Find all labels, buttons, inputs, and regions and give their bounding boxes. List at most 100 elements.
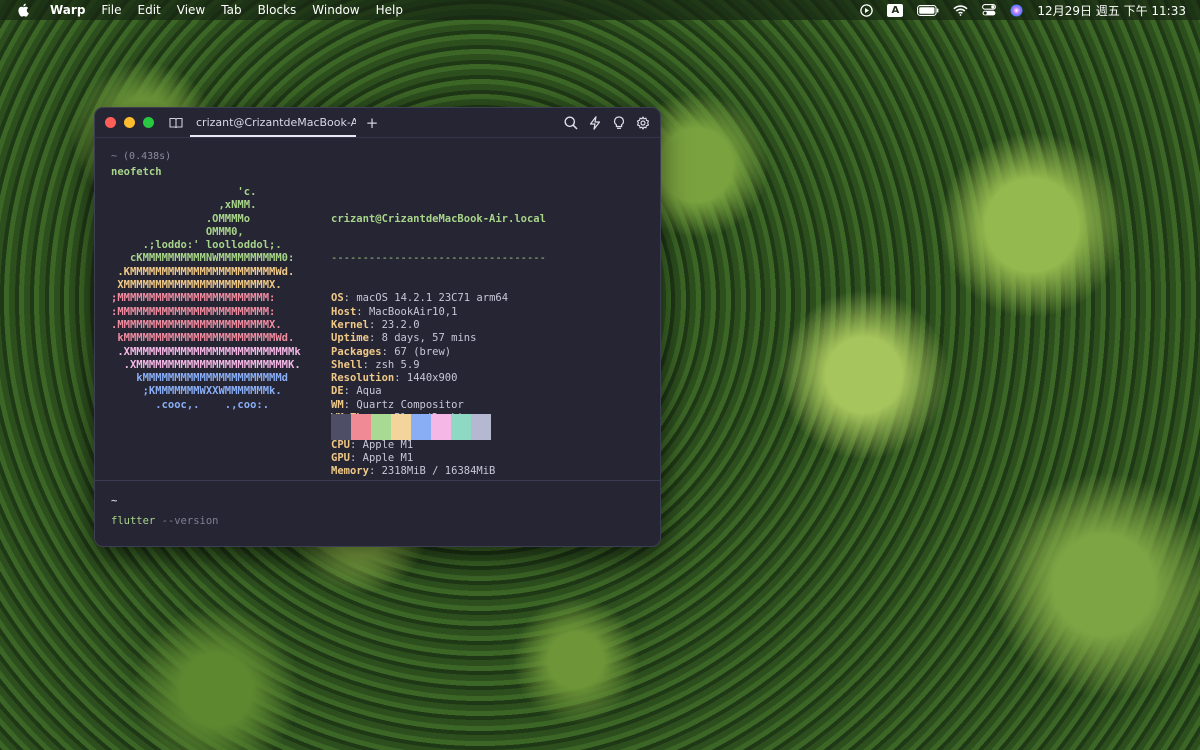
bolt-icon[interactable] — [588, 115, 602, 130]
siri-icon[interactable] — [1010, 4, 1023, 17]
logo-line: .XMMMMMMMMMMMMMMMMMMMMMMMMK. — [111, 358, 301, 371]
sysinfo-key: CPU — [331, 438, 350, 451]
logo-line: .XMMMMMMMMMMMMMMMMMMMMMMMMMMk — [111, 345, 301, 358]
sysinfo-row: OS: macOS 14.2.1 23C71 arm64 — [331, 292, 509, 305]
sysinfo-value: Aqua — [356, 385, 382, 398]
sysinfo-value: 8 days, 57 mins — [381, 332, 477, 345]
logo-line: XMMMMMMMMMMMMMMMMMMMMMMMX. — [111, 279, 282, 292]
menu-blocks[interactable]: Blocks — [250, 0, 305, 20]
menu-clock[interactable]: 12月29日 週五 下午 11:33 — [1037, 2, 1186, 19]
logo-line: kMMMMMMMMMMMMMMMMMMMMMMd — [111, 372, 289, 385]
logo-line: .;loddo:' loolloddol;. — [111, 239, 282, 252]
logo-line: .KMMMMMMMMMMMMMMMMMMMMMMMWd. — [111, 265, 295, 278]
command-block[interactable]: ~ (0.438s) neofetch — [111, 151, 171, 178]
sysinfo-value: 2318MiB / 16384MiB — [381, 465, 496, 478]
sysinfo-row: Shell: zsh 5.9 — [331, 358, 420, 371]
zoom-button[interactable] — [143, 117, 154, 128]
logo-line: 'c. — [111, 186, 257, 198]
new-tab-button[interactable]: + — [364, 114, 380, 132]
sysinfo-key: Resolution — [331, 372, 395, 385]
tab-terminal[interactable]: crizant@CrizantdeMacBook-Air — [190, 108, 356, 137]
minimize-button[interactable] — [124, 117, 135, 128]
sysinfo-key: DE — [331, 385, 344, 398]
color-swatch — [431, 414, 451, 440]
sysinfo-value: Quartz Compositor — [356, 398, 464, 411]
block-command: neofetch — [111, 166, 162, 178]
logo-line: .MMMMMMMMMMMMMMMMMMMMMMMMX. — [111, 318, 282, 331]
menu-help[interactable]: Help — [368, 0, 411, 20]
logo-line: ;MMMMMMMMMMMMMMMMMMMMMMMM: — [111, 292, 276, 305]
sysinfo-key: Shell — [331, 358, 363, 371]
command-input[interactable]: flutter --version — [111, 515, 219, 527]
color-swatch — [391, 414, 411, 440]
sysinfo-row: Resolution: 1440x900 — [331, 372, 458, 385]
search-icon[interactable] — [564, 116, 578, 130]
sysinfo-key: Kernel — [331, 318, 369, 331]
menu-file[interactable]: File — [93, 0, 129, 20]
sysinfo-value: zsh 5.9 — [375, 358, 420, 371]
logo-line: ,xNMM. — [111, 199, 257, 212]
window-titlebar: crizant@CrizantdeMacBook-Air + — [95, 108, 660, 138]
wifi-icon[interactable] — [953, 4, 968, 16]
sysinfo-row: Uptime: 8 days, 57 mins — [331, 332, 477, 345]
lightbulb-icon[interactable] — [612, 115, 626, 130]
apple-logo-icon[interactable] — [16, 3, 30, 17]
battery-icon[interactable] — [917, 4, 939, 16]
input-args: --version — [161, 515, 219, 527]
warp-terminal-window: crizant@CrizantdeMacBook-Air + ~ (0.438s… — [94, 107, 661, 547]
close-button[interactable] — [105, 117, 116, 128]
input-command: flutter — [111, 515, 156, 527]
sysinfo-row: Kernel: 23.2.0 — [331, 318, 420, 331]
logo-line: OMMM0, — [111, 225, 244, 238]
apple-ascii-logo: 'c. ,xNMM. .OMMMMo OMMM0, .;loddo:' lool… — [111, 186, 301, 412]
sysinfo-title: crizant@CrizantdeMacBook-Air.local — [331, 212, 546, 225]
book-icon[interactable] — [168, 116, 184, 130]
sysinfo-value: 67 (brew) — [394, 345, 452, 358]
sysinfo-key: Memory — [331, 465, 369, 478]
settings-icon[interactable] — [636, 115, 650, 130]
sysinfo-key: Uptime — [331, 332, 369, 345]
control-center-icon[interactable] — [982, 4, 997, 16]
sysinfo-value: Apple M1 — [362, 438, 414, 451]
sysinfo-row: Packages: 67 (brew) — [331, 345, 452, 358]
color-swatch — [471, 414, 491, 440]
sysinfo-value: MacBookAir10,1 — [368, 305, 458, 318]
sysinfo-key: WM — [331, 398, 344, 411]
sysinfo-value: 23.2.0 — [381, 318, 420, 331]
system-info: crizant@CrizantdeMacBook-Air.local -----… — [331, 186, 546, 505]
menu-view[interactable]: View — [169, 0, 213, 20]
logo-line: .OMMMMo — [111, 212, 251, 225]
color-swatch — [331, 414, 351, 440]
play-circle-icon[interactable] — [860, 3, 874, 17]
tab-title: crizant@CrizantdeMacBook-Air — [196, 116, 356, 129]
color-swatch — [351, 414, 371, 440]
color-swatch — [371, 414, 391, 440]
color-swatch — [411, 414, 431, 440]
sysinfo-separator: ---------------------------------- — [331, 252, 546, 265]
logo-line: .cooc,. .,coo:. — [111, 398, 270, 411]
sysinfo-row: Memory: 2318MiB / 16384MiB — [331, 465, 496, 478]
block-divider — [95, 480, 660, 481]
sysinfo-key: Host — [331, 305, 357, 318]
sysinfo-key: GPU — [331, 451, 350, 464]
logo-line: kMMMMMMMMMMMMMMMMMMMMMMMMWd. — [111, 332, 295, 345]
menu-tab[interactable]: Tab — [213, 0, 249, 20]
sysinfo-row: CPU: Apple M1 — [331, 438, 414, 451]
menu-bar: Warp File Edit View Tab Blocks Window He… — [0, 0, 1200, 20]
prompt-directory: ~ — [111, 495, 118, 507]
menu-app-name[interactable]: Warp — [42, 0, 93, 20]
menu-edit[interactable]: Edit — [130, 0, 169, 20]
sysinfo-key: OS — [331, 292, 344, 305]
sysinfo-value: Apple M1 — [362, 451, 414, 464]
sysinfo-row: DE: Aqua — [331, 385, 382, 398]
menu-window[interactable]: Window — [304, 0, 367, 20]
input-source-icon[interactable]: A — [887, 3, 904, 17]
sysinfo-row: WM: Quartz Compositor — [331, 398, 464, 411]
logo-line: ;KMMMMMMMWXXWMMMMMMMk. — [111, 385, 282, 398]
input-block[interactable]: ~ flutter --version — [111, 495, 219, 527]
block-meta: ~ (0.438s) — [111, 151, 172, 162]
logo-line: :MMMMMMMMMMMMMMMMMMMMMMMM: — [111, 305, 276, 318]
color-swatches — [331, 414, 491, 440]
sysinfo-row: Host: MacBookAir10,1 — [331, 305, 458, 318]
sysinfo-value: 1440x900 — [406, 372, 458, 385]
